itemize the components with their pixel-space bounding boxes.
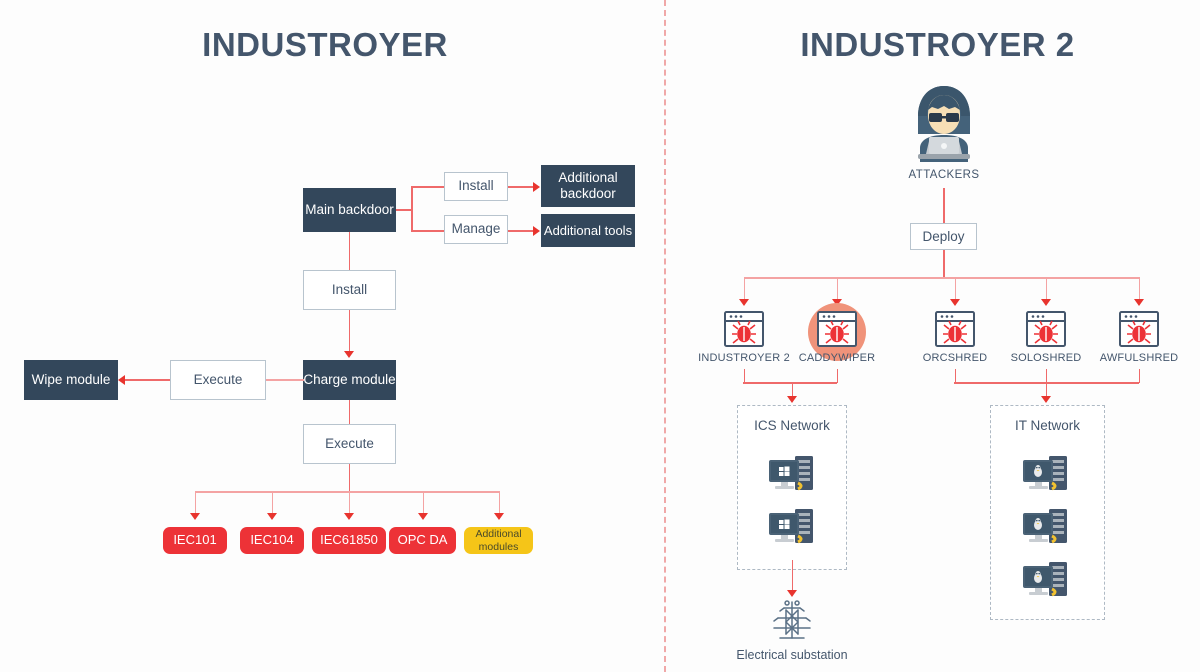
arrowhead-install-backdoor — [533, 182, 540, 192]
connector-leg-5 — [498, 491, 501, 515]
arrowhead-manage-tools — [533, 226, 540, 236]
connector-install-to-charge — [348, 310, 351, 354]
arrowhead-execute-wipe — [118, 375, 125, 385]
node-execute-bottom[interactable]: Execute — [303, 424, 396, 464]
bug-window-icon[interactable] — [1119, 311, 1159, 347]
linux-pc-icon — [1019, 452, 1075, 498]
bug-window-icon[interactable] — [724, 311, 764, 347]
bug-window-icon[interactable] — [935, 311, 975, 347]
connector-charge-to-execute — [266, 379, 304, 381]
arrowhead-module-3 — [344, 513, 354, 520]
arrowhead-install-charge — [344, 351, 354, 358]
node-install-top[interactable]: Install — [444, 172, 508, 201]
malware-label-caddywiper: CADDYWIPER — [798, 352, 876, 364]
attacker-icon — [905, 82, 983, 162]
connector-ics-to-substation — [791, 560, 794, 592]
arrowhead-soloshred — [1041, 299, 1051, 306]
left-panel-title: INDUSTROYER — [202, 26, 448, 63]
connector-malware-bus — [744, 277, 1140, 279]
connector-backdoor-to-install — [348, 232, 351, 270]
connector-to-manage — [411, 230, 445, 232]
connector-to-install-top — [411, 186, 445, 188]
connector-it-merge-left — [954, 369, 957, 383]
module-badge-iec104[interactable]: IEC104 — [240, 527, 304, 554]
section-divider — [664, 0, 666, 672]
module-badge-iec61850[interactable]: IEC61850 — [312, 527, 386, 554]
node-charge-module[interactable]: Charge module — [303, 360, 396, 400]
arrowhead-orcshred — [950, 299, 960, 306]
arrowhead-module-4 — [418, 513, 428, 520]
diagram-canvas: INDUSTROYER Main backdoor Install Manage… — [0, 0, 1200, 672]
node-install-mid[interactable]: Install — [303, 270, 396, 310]
module-badge-iec101[interactable]: IEC101 — [163, 527, 227, 554]
connector-execute-to-wipe — [125, 379, 170, 381]
linux-pc-icon — [1019, 558, 1075, 604]
substation-label: Electrical substation — [736, 648, 848, 662]
malware-label-soloshred: SOLOSHRED — [1010, 352, 1082, 364]
connector-leg-3 — [348, 491, 351, 515]
connector-it-merge-mid — [1045, 369, 1048, 383]
arrowhead-module-1 — [190, 513, 200, 520]
connector-manage-to-tools — [508, 230, 534, 232]
connector-it-merge-right — [1138, 369, 1141, 383]
module-badge-opc-da[interactable]: OPC DA — [389, 527, 456, 554]
connector-leg-industroyer2 — [743, 277, 746, 301]
node-main-backdoor[interactable]: Main backdoor — [303, 188, 396, 232]
electrical-substation-icon — [766, 600, 818, 642]
module-badge-additional-modules[interactable]: Additional modules — [464, 527, 533, 554]
windows-pc-icon — [765, 505, 821, 551]
node-additional-tools[interactable]: Additional tools — [541, 214, 635, 247]
arrowhead-ics-network — [787, 396, 797, 403]
bug-window-icon[interactable] — [1026, 311, 1066, 347]
node-wipe-module[interactable]: Wipe module — [24, 360, 118, 400]
connector-leg-4 — [422, 491, 425, 515]
connector-backdoor-split — [411, 186, 413, 232]
connector-deploy-to-bus — [943, 250, 945, 278]
connector-backdoor-out — [396, 209, 412, 211]
linux-pc-icon — [1019, 505, 1075, 551]
arrowhead-it-network — [1041, 396, 1051, 403]
arrowhead-module-5 — [494, 513, 504, 520]
connector-leg-soloshred — [1045, 277, 1048, 301]
connector-leg-orcshred — [954, 277, 957, 301]
connector-leg-2 — [271, 491, 274, 515]
attackers-label: ATTACKERS — [908, 169, 980, 181]
connector-execute-to-bus — [348, 464, 351, 492]
connector-ics-merge-bus — [743, 382, 837, 384]
malware-label-awfulshred: AWFULSHRED — [1099, 352, 1179, 364]
connector-ics-merge-right — [836, 369, 839, 383]
connector-install-to-backdoor — [508, 186, 534, 188]
arrowhead-substation — [787, 590, 797, 597]
arrowhead-awfulshred — [1134, 299, 1144, 306]
connector-leg-1 — [194, 491, 197, 515]
arrowhead-module-2 — [267, 513, 277, 520]
malware-label-industroyer2: INDUSTROYER 2 — [698, 352, 790, 364]
connector-charge-to-execute-bottom — [348, 400, 351, 424]
ics-network-title: ICS Network — [754, 418, 830, 433]
arrowhead-industroyer2 — [739, 299, 749, 306]
node-deploy[interactable]: Deploy — [910, 223, 977, 250]
connector-attacker-to-deploy — [943, 188, 945, 223]
windows-pc-icon — [765, 452, 821, 498]
node-additional-backdoor[interactable]: Additional backdoor — [541, 165, 635, 207]
node-execute-left[interactable]: Execute — [170, 360, 266, 400]
connector-leg-awfulshred — [1138, 277, 1141, 301]
connector-leg-caddywiper — [836, 277, 839, 301]
right-panel-title: INDUSTROYER 2 — [800, 26, 1075, 63]
bug-window-icon[interactable] — [817, 311, 857, 347]
connector-modules-bus — [195, 491, 499, 493]
it-network-title: IT Network — [1014, 418, 1080, 433]
connector-ics-merge-left — [743, 369, 746, 383]
node-manage[interactable]: Manage — [444, 215, 508, 244]
